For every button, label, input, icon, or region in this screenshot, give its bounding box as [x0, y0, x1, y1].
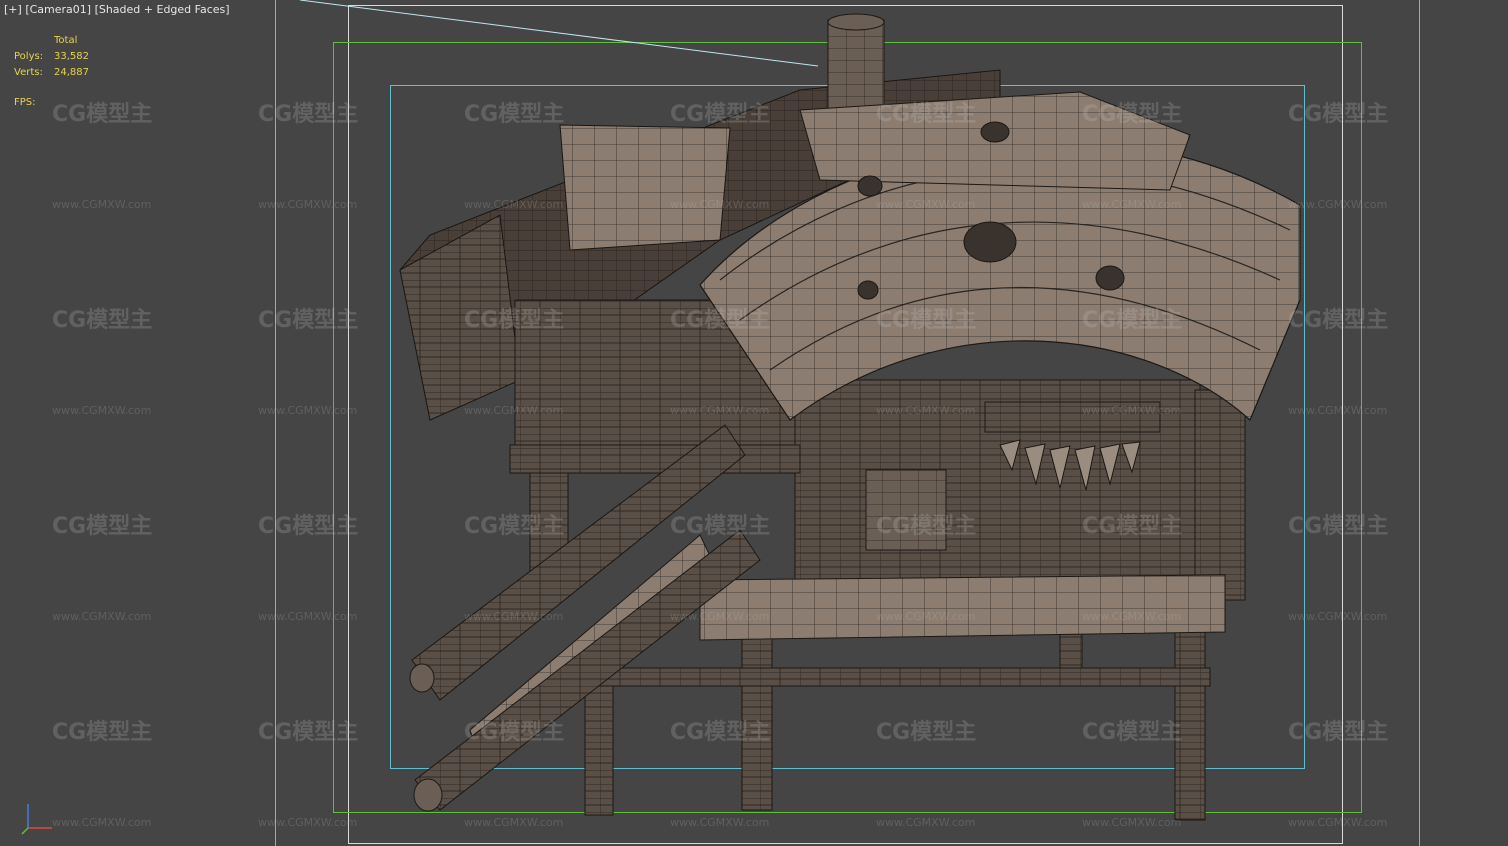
hut-model[interactable]: [0, 0, 1508, 846]
hut-chimney: [827, 13, 885, 111]
viewport-shading-menu[interactable]: [Shaded + Edged Faces]: [95, 3, 230, 16]
viewport-camera01[interactable]: CG模型主 CG模型主 CG模型主 CG模型主 CG模型主 CG模型主 CG模型主 CG模型主…: [0, 0, 1508, 846]
verts-value: 24,887: [54, 67, 89, 78]
verts-label: Verts:: [14, 67, 43, 78]
stats-header: Total: [54, 35, 78, 46]
axis-tripod-icon: [21, 804, 52, 835]
polys-value: 33,582: [54, 51, 89, 62]
fps-label: FPS:: [14, 97, 36, 108]
viewport-label: [+] [Camera01] [Shaded + Edged Faces]: [4, 3, 230, 16]
viewport-point-of-view-menu[interactable]: [Camera01]: [25, 3, 91, 16]
viewport-general-menu[interactable]: [+]: [4, 3, 22, 16]
polys-label: Polys:: [14, 51, 44, 62]
camera-target-line: [299, 0, 819, 67]
